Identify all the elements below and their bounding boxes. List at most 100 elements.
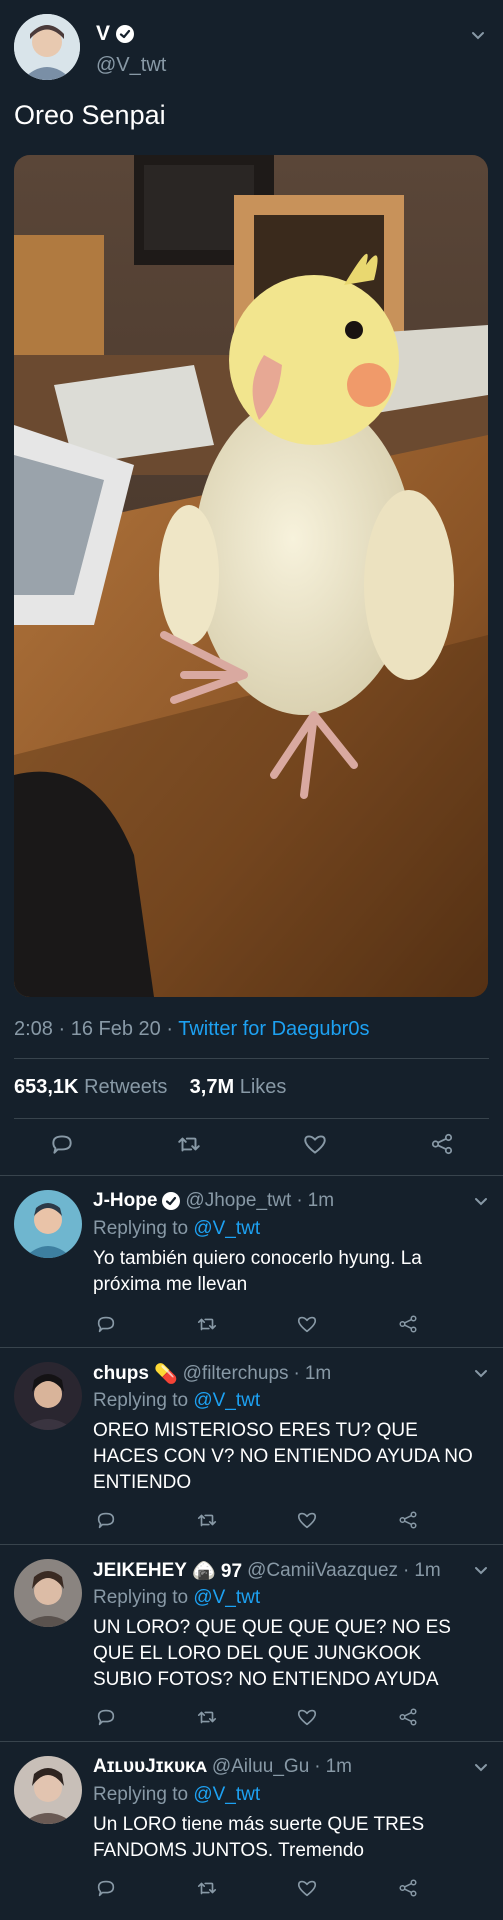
tweet-stats: 653,1K Retweets 3,7M Likes (14, 1076, 286, 1099)
reply-author-name[interactable]: chups (93, 1363, 149, 1385)
reply-avatar[interactable] (14, 1190, 82, 1258)
reply-button[interactable] (92, 1506, 120, 1534)
tweet-date: 16 Feb 20 (70, 1018, 161, 1040)
reply-action-bar (92, 1874, 422, 1902)
share-icon (399, 1511, 417, 1529)
replying-to: Replying to @V_twt (93, 1218, 260, 1240)
separator-dot: · (166, 1018, 174, 1040)
reply-button[interactable] (48, 1130, 76, 1158)
reply-tweet[interactable]: chups 💊 @filterchups · 1m Replying to @V… (0, 1348, 503, 1544)
separator-dot: · (293, 1363, 300, 1384)
author-name-text[interactable]: V (96, 22, 110, 46)
replying-to-mention[interactable]: @V_twt (193, 1218, 260, 1239)
replying-to-mention[interactable]: @V_twt (193, 1587, 260, 1608)
like-button[interactable] (301, 1130, 329, 1158)
like-button[interactable] (293, 1310, 321, 1338)
retweet-icon (197, 1882, 216, 1895)
main-author-name[interactable]: V (96, 22, 135, 46)
chevron-down-icon[interactable] (473, 1760, 489, 1776)
reply-header: J-Hope @Jhope_twt · 1m (93, 1190, 334, 1212)
heart-icon (304, 1135, 327, 1154)
share-icon (399, 1315, 417, 1333)
retweet-button[interactable] (193, 1703, 221, 1731)
replying-to-mention[interactable]: @V_twt (193, 1390, 260, 1411)
replying-to-label: Replying to (93, 1784, 189, 1805)
share-button[interactable] (428, 1130, 456, 1158)
reply-tweet[interactable]: JEIKEHEY 🍙 97 @CamiiVaazquez · 1m Replyi… (0, 1545, 503, 1741)
reply-author-handle[interactable]: @CamiiVaazquez (247, 1560, 398, 1582)
reply-icon (97, 1316, 115, 1333)
reply-author-name[interactable]: JEIKEHEY (93, 1560, 187, 1582)
retweet-icon (197, 1318, 216, 1331)
reply-icon (97, 1880, 115, 1897)
reply-author-name[interactable]: J-Hope (93, 1190, 157, 1212)
reply-avatar[interactable] (14, 1362, 82, 1430)
name-emoji: 💊 (153, 1364, 178, 1385)
reply-author-handle[interactable]: @filterchups (183, 1363, 289, 1385)
retweets-count: 653,1K (14, 1076, 79, 1098)
chevron-down-icon[interactable] (470, 28, 486, 44)
tweet-time: 2:08 (14, 1018, 53, 1040)
share-button[interactable] (394, 1506, 422, 1534)
like-button[interactable] (293, 1506, 321, 1534)
retweet-button[interactable] (193, 1874, 221, 1902)
reply-button[interactable] (92, 1703, 120, 1731)
share-button[interactable] (394, 1703, 422, 1731)
reply-time: 1m (414, 1560, 441, 1581)
main-author-handle[interactable]: @V_twt (96, 54, 166, 77)
like-button[interactable] (293, 1703, 321, 1731)
replying-to-mention[interactable]: @V_twt (193, 1784, 260, 1805)
reply-button[interactable] (92, 1874, 120, 1902)
verified-badge-icon (162, 1192, 181, 1210)
retweets-label: Retweets (84, 1076, 168, 1098)
retweet-icon (177, 1137, 200, 1152)
reply-tweet[interactable]: J-Hope @Jhope_twt · 1m Replying to @V_tw… (0, 1176, 503, 1347)
reply-button[interactable] (92, 1310, 120, 1338)
verified-badge-icon (116, 25, 135, 43)
reply-header: chups 💊 @filterchups · 1m (93, 1362, 331, 1386)
chevron-down-icon[interactable] (473, 1194, 489, 1210)
reply-action-bar (92, 1310, 422, 1338)
reply-icon (97, 1512, 115, 1529)
tweet-photo[interactable] (14, 155, 488, 997)
divider (14, 1118, 489, 1119)
heart-icon (298, 1512, 317, 1529)
like-button[interactable] (293, 1874, 321, 1902)
reply-time: 1m (325, 1756, 353, 1777)
reply-author-name[interactable]: AɪʟᴜᴜJɪᴋᴜᴋᴀ (93, 1756, 207, 1778)
retweet-button[interactable] (193, 1506, 221, 1534)
chevron-down-icon[interactable] (473, 1366, 489, 1382)
reply-action-bar (92, 1506, 422, 1534)
share-button[interactable] (394, 1874, 422, 1902)
retweet-button[interactable] (175, 1130, 203, 1158)
replying-to-label: Replying to (93, 1218, 189, 1239)
reply-text: UN LORO? QUE QUE QUE QUE? NO ES QUE EL L… (93, 1617, 451, 1690)
reply-author-handle[interactable]: @Ailuu_Gu (212, 1756, 309, 1778)
reply-icon (52, 1135, 72, 1154)
heart-icon (298, 1709, 317, 1726)
reply-avatar[interactable] (14, 1756, 82, 1824)
separator-dot: · (296, 1190, 303, 1211)
reply-action-bar (92, 1703, 422, 1731)
replying-to: Replying to @V_twt (93, 1784, 260, 1806)
name-emoji: 🍙 97 (191, 1561, 243, 1582)
likes-stat[interactable]: 3,7M Likes (190, 1076, 287, 1098)
share-button[interactable] (394, 1310, 422, 1338)
likes-label: Likes (239, 1076, 287, 1098)
retweet-button[interactable] (193, 1310, 221, 1338)
tweet-source-link[interactable]: Twitter for Daegubr0s (178, 1018, 369, 1040)
share-icon (399, 1879, 417, 1897)
reply-time: 1m (304, 1363, 332, 1384)
reply-avatar[interactable] (14, 1559, 82, 1627)
retweets-stat[interactable]: 653,1K Retweets (14, 1076, 167, 1098)
main-avatar[interactable] (14, 14, 80, 80)
divider (14, 1058, 489, 1059)
reply-tweet[interactable]: AɪʟᴜᴜJɪᴋᴜᴋᴀ @Ailuu_Gu · 1m Replying to @… (0, 1742, 503, 1912)
main-action-bar (48, 1130, 456, 1158)
replying-to-label: Replying to (93, 1587, 189, 1608)
reply-author-handle[interactable]: @Jhope_twt (185, 1190, 291, 1212)
likes-count: 3,7M (189, 1076, 235, 1098)
chevron-down-icon[interactable] (473, 1563, 489, 1579)
retweet-icon (197, 1514, 216, 1527)
replying-to-label: Replying to (93, 1390, 189, 1411)
